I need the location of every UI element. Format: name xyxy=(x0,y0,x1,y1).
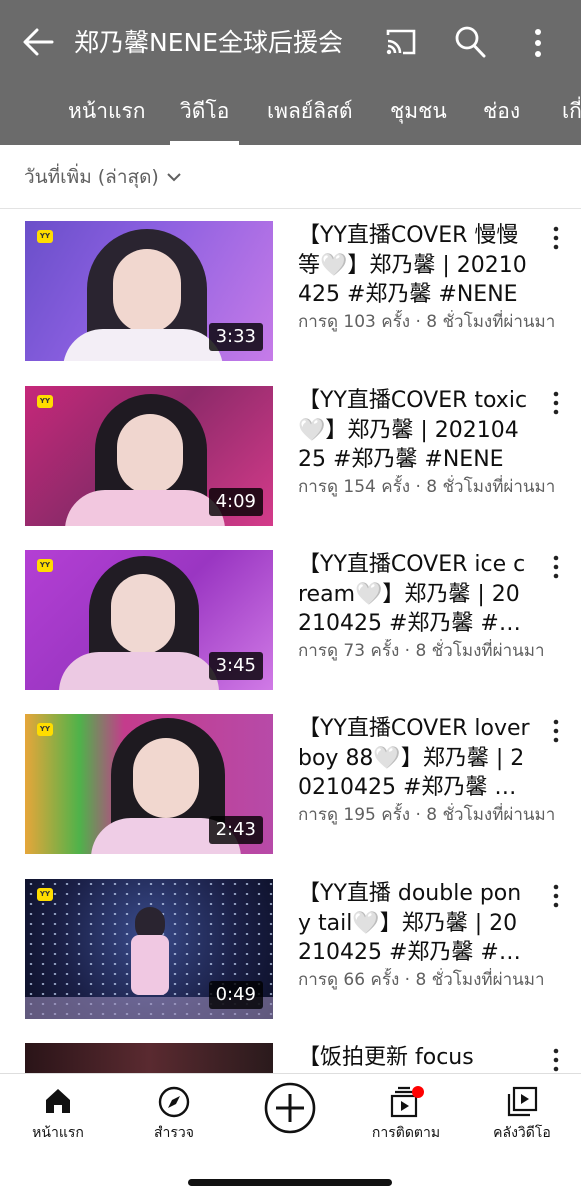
tab-home[interactable]: หน้าแรก xyxy=(68,86,146,145)
home-indicator[interactable] xyxy=(188,1179,392,1186)
video-more-icon[interactable] xyxy=(546,718,566,744)
video-item[interactable]: YY 3:33 【YY直播COVER 慢慢等🤍】郑乃馨 | 20210425 #… xyxy=(0,221,581,371)
video-meta: การดู 195 ครั้ง · 8 ชั่วโมงที่ผ่านมา xyxy=(298,805,556,825)
tab-videos[interactable]: วิดีโอ xyxy=(169,86,240,145)
chevron-down-icon xyxy=(167,173,181,182)
video-more-icon[interactable] xyxy=(546,554,566,580)
video-thumbnail[interactable]: YY 4:09 xyxy=(25,386,273,526)
subscriptions-icon xyxy=(390,1086,424,1118)
video-title[interactable]: 【YY直播COVER ice cream🤍】郑乃馨 | 20210425 #郑乃… xyxy=(298,550,530,639)
nav-library-label: คลังวิดีโอ xyxy=(493,1125,551,1141)
video-duration: 2:43 xyxy=(208,816,263,844)
video-duration: 3:45 xyxy=(208,652,263,680)
create-icon xyxy=(264,1082,316,1134)
tab-playlists[interactable]: เพลย์ลิสต์ xyxy=(267,86,353,145)
top-bar: 郑乃馨NENE全球后援会 xyxy=(0,0,581,86)
video-more-icon[interactable] xyxy=(546,390,566,416)
video-thumbnail[interactable]: YY 3:45 xyxy=(25,550,273,690)
tab-community[interactable]: ชุมชน xyxy=(390,86,447,145)
video-duration: 3:33 xyxy=(208,323,263,351)
explore-icon xyxy=(158,1086,190,1118)
back-arrow-icon[interactable] xyxy=(22,27,54,57)
video-item[interactable]: YY 3:45 【YY直播COVER ice cream🤍】郑乃馨 | 2021… xyxy=(0,550,581,700)
nav-subscriptions-label: การติดตาม xyxy=(371,1125,441,1141)
channel-tabs: หน้าแรก วิดีโอ เพลย์ลิสต์ ชุมชน ช่อง เกี… xyxy=(0,86,581,145)
nav-library[interactable]: คลังวิดีโอ xyxy=(464,1074,580,1154)
yy-logo: YY xyxy=(37,723,53,736)
yy-logo: YY xyxy=(37,888,53,901)
video-thumbnail[interactable]: YY 0:49 xyxy=(25,879,273,1019)
app-bar: 郑乃馨NENE全球后援会 หน้าแรก วิดีโอ เพลย์ลิสต์ ช… xyxy=(0,0,581,145)
video-more-icon[interactable] xyxy=(546,883,566,909)
nav-subscriptions[interactable]: การติดตาม xyxy=(348,1074,464,1154)
sort-dropdown[interactable]: วันที่เพิ่ม (ล่าสุด) xyxy=(24,161,181,193)
notification-dot xyxy=(412,1086,424,1098)
video-meta: การดู 73 ครั้ง · 8 ชั่วโมงที่ผ่านมา xyxy=(298,641,545,661)
video-item[interactable]: YY 0:49 【YY直播 double pony tail🤍】郑乃馨 | 20… xyxy=(0,879,581,1029)
video-more-icon[interactable] xyxy=(546,225,566,251)
yy-logo: YY xyxy=(37,395,53,408)
video-item[interactable]: YY 2:43 【YY直播COVER lover boy 88🤍】郑乃馨 | 2… xyxy=(0,714,581,864)
more-options-icon[interactable] xyxy=(528,27,548,59)
sort-label: วันที่เพิ่ม (ล่าสุด) xyxy=(24,166,159,188)
nav-explore-label: สำรวจ xyxy=(154,1125,194,1141)
search-icon[interactable] xyxy=(454,25,486,59)
cast-icon[interactable] xyxy=(384,27,418,57)
nav-explore[interactable]: สำรวจ xyxy=(116,1074,232,1154)
tab-channels[interactable]: ช่อง xyxy=(483,86,520,145)
video-duration: 0:49 xyxy=(208,981,263,1009)
channel-title: 郑乃馨NENE全球后援会 xyxy=(74,28,343,57)
home-icon xyxy=(46,1089,70,1113)
tab-about[interactable]: เกี่ยวกับ xyxy=(562,86,581,145)
sort-bar: วันที่เพิ่ม (ล่าสุด) xyxy=(0,145,581,209)
video-item[interactable]: YY 4:09 【YY直播COVER toxic🤍】郑乃馨 | 20210425… xyxy=(0,386,581,536)
video-thumbnail[interactable]: YY 3:33 xyxy=(25,221,273,361)
video-title[interactable]: 【YY直播COVER 慢慢等🤍】郑乃馨 | 20210425 #郑乃馨 #NEN… xyxy=(298,221,530,310)
yy-logo: YY xyxy=(37,230,53,243)
nav-create[interactable] xyxy=(232,1074,348,1154)
video-thumbnail[interactable]: YY 2:43 xyxy=(25,714,273,854)
video-duration: 4:09 xyxy=(208,488,263,516)
video-meta: การดู 154 ครั้ง · 8 ชั่วโมงที่ผ่านมา xyxy=(298,477,556,497)
yy-logo: YY xyxy=(37,559,53,572)
nav-home[interactable]: หน้าแรก xyxy=(0,1074,116,1154)
video-meta: การดู 103 ครั้ง · 8 ชั่วโมงที่ผ่านมา xyxy=(298,312,556,332)
video-meta: การดู 66 ครั้ง · 8 ชั่วโมงที่ผ่านมา xyxy=(298,970,545,990)
video-title[interactable]: 【YY直播 double pony tail🤍】郑乃馨 | 20210425 #… xyxy=(298,879,530,968)
video-title[interactable]: 【YY直播COVER toxic🤍】郑乃馨 | 20210425 #郑乃馨 #N… xyxy=(298,386,530,475)
library-icon xyxy=(507,1086,538,1117)
nav-home-label: หน้าแรก xyxy=(32,1125,84,1141)
video-more-icon[interactable] xyxy=(546,1047,566,1073)
video-title[interactable]: 【YY直播COVER lover boy 88🤍】郑乃馨 | 20210425 … xyxy=(298,714,530,803)
video-title[interactable]: 【饭拍更新 focus xyxy=(298,1043,530,1073)
